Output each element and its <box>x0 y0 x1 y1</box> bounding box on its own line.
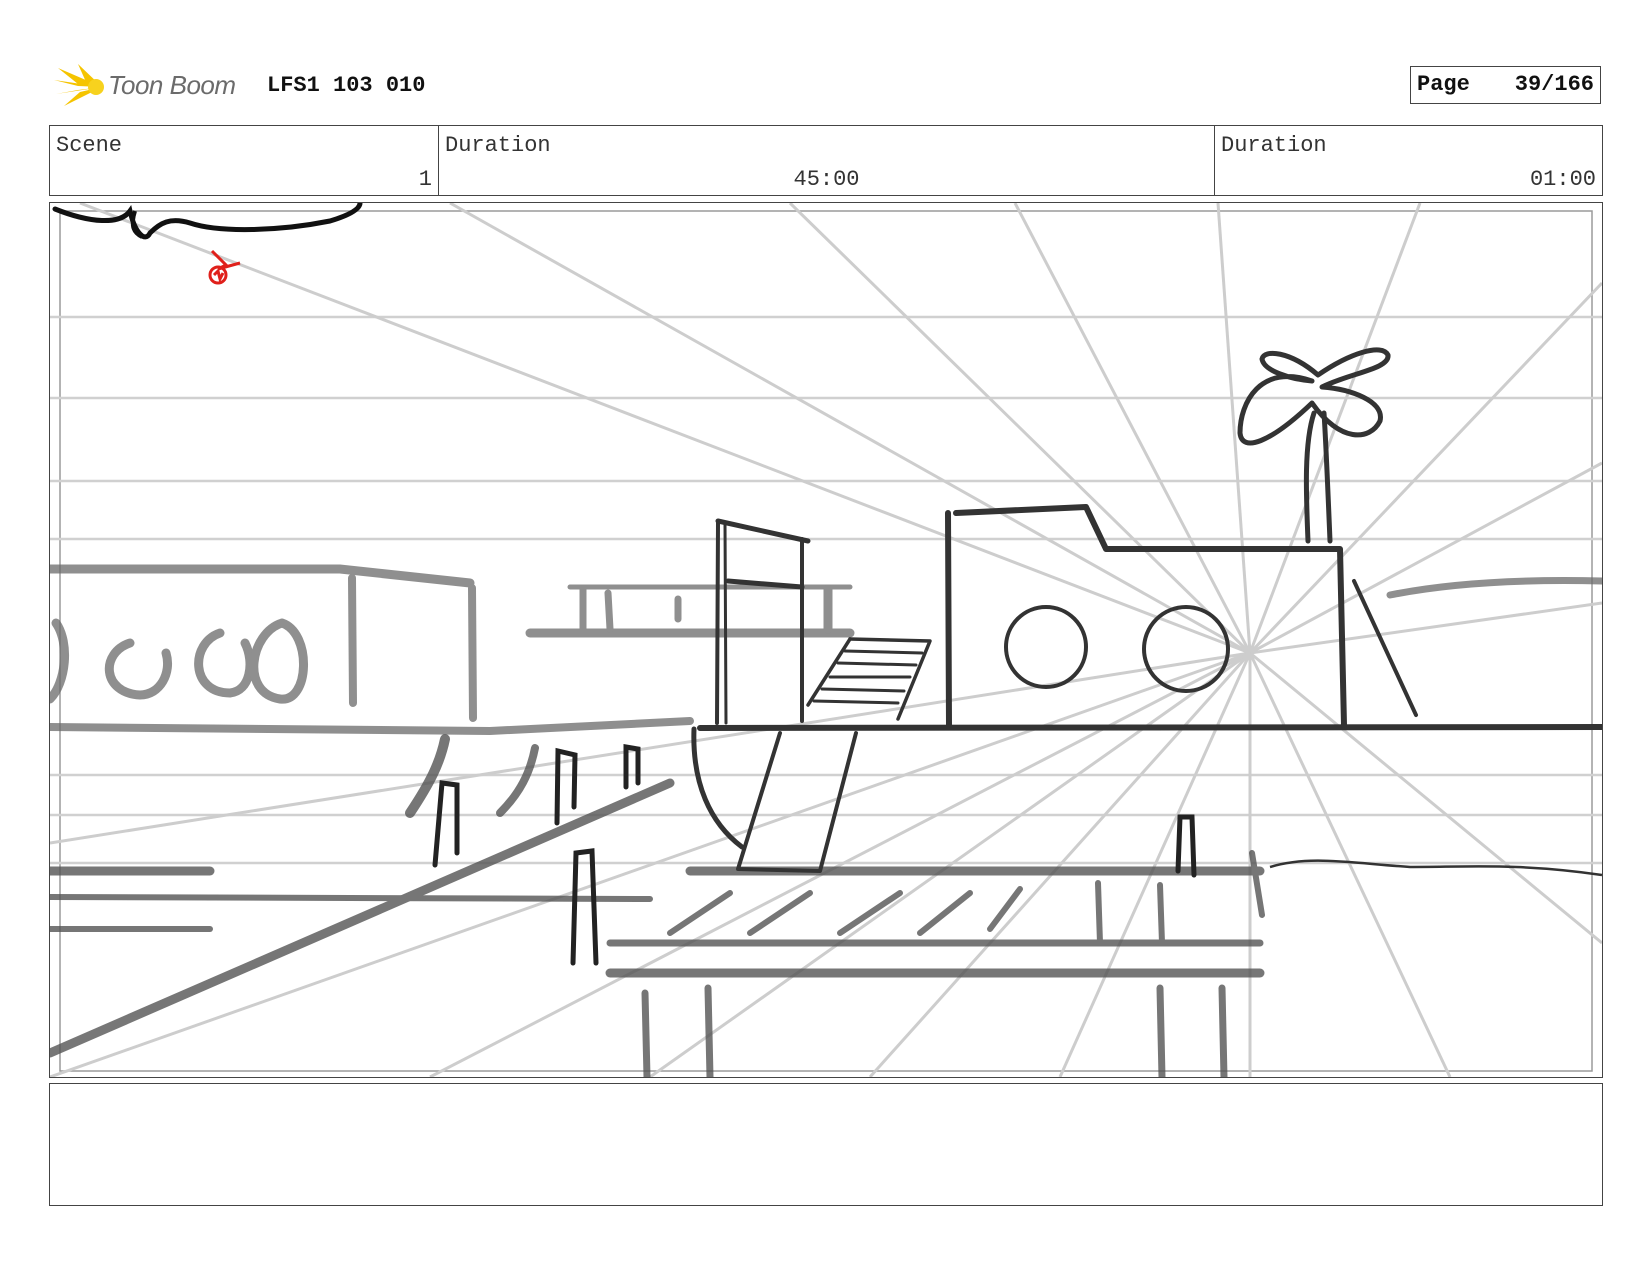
page-indicator: Page 39/166 <box>1410 66 1601 104</box>
logo-wordmark: Toon Boom <box>108 70 236 100</box>
project-id: LFS1 103 010 <box>267 73 426 98</box>
storyboard-panel[interactable] <box>49 202 1603 1078</box>
panel-sketch <box>50 203 1602 1077</box>
scene-label: Scene <box>56 133 123 158</box>
panel-notes-area[interactable] <box>49 1083 1603 1206</box>
panel-duration-label: Duration <box>445 133 551 158</box>
scene-value: 1 <box>418 167 432 192</box>
panel-duration-cell: Duration 45:00 <box>438 126 1214 195</box>
starburst-icon <box>54 64 104 106</box>
scene-duration-label: Duration <box>1221 133 1327 158</box>
scene-cell: Scene 1 <box>50 126 438 195</box>
background-building <box>50 564 1602 736</box>
scene-info-table: Scene 1 Duration 45:00 Duration 01:00 <box>49 125 1603 196</box>
dock-pier <box>50 734 1265 1077</box>
scene-duration-cell: Duration 01:00 <box>1214 126 1602 195</box>
panel-duration-value: 45:00 <box>793 167 860 192</box>
character-head-sketch <box>52 203 363 240</box>
page-label: Page <box>1417 72 1470 97</box>
scene-duration-value: 01:00 <box>1529 167 1596 192</box>
dock-posts <box>432 744 1197 966</box>
toon-boom-logo: Toon Boom <box>52 60 252 112</box>
storyboard-header: Toon Boom LFS1 103 010 <box>52 60 1612 112</box>
page-number: 39/166 <box>1514 72 1594 97</box>
